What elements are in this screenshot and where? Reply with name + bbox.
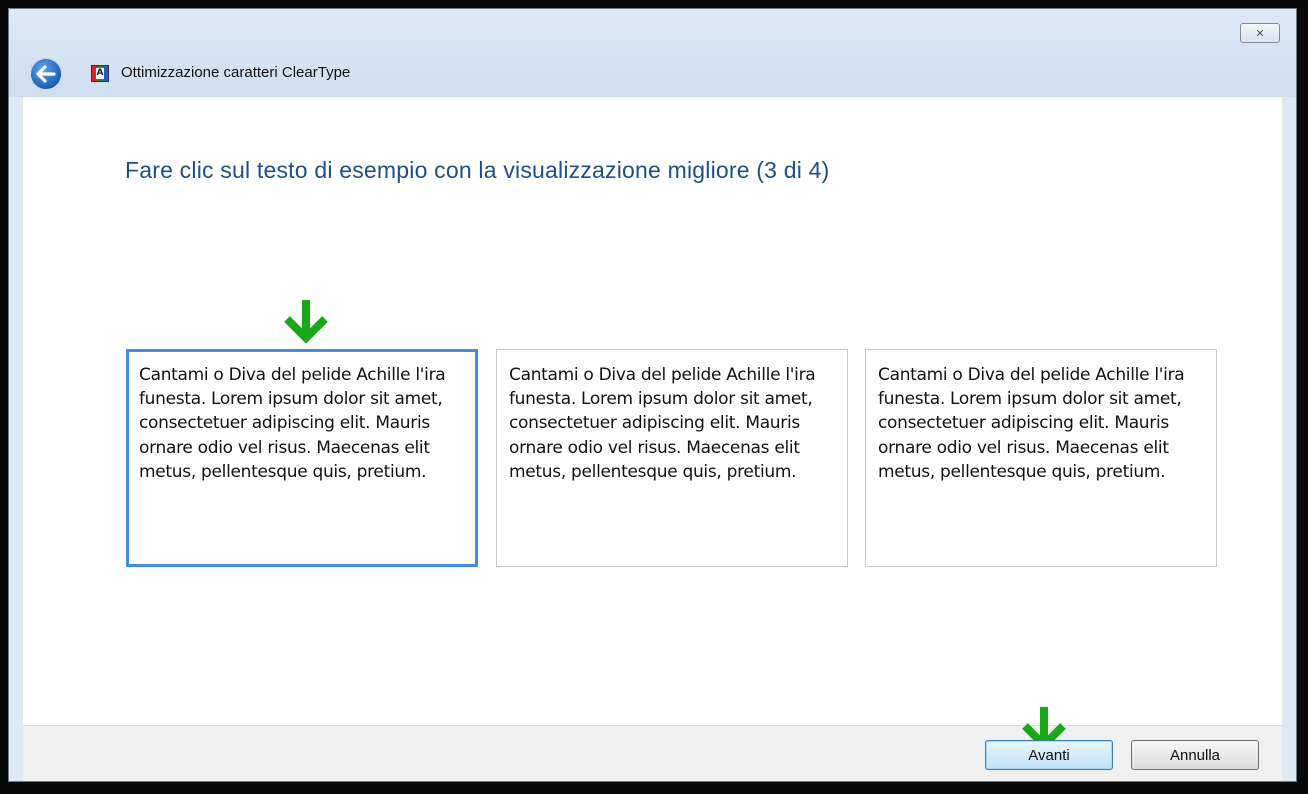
sample-text: Cantami o Diva del pelide Achille l'ira …	[139, 365, 446, 482]
cleartype-icon-letter: A	[95, 68, 105, 79]
sample-text-option-1[interactable]: Cantami o Diva del pelide Achille l'ira …	[126, 349, 478, 567]
down-arrow-icon	[284, 300, 328, 343]
cleartype-icon: A	[91, 65, 109, 82]
title-bar: ✕ A Ottimizzazione caratteri ClearType	[9, 9, 1296, 97]
cancel-button[interactable]: Annulla	[1131, 740, 1259, 770]
wizard-content: Fare clic sul testo di esempio con la vi…	[23, 97, 1282, 725]
close-icon: ✕	[1255, 26, 1265, 40]
sample-text-option-2[interactable]: Cantami o Diva del pelide Achille l'ira …	[496, 349, 848, 567]
back-arrow-icon	[36, 65, 56, 83]
wizard-footer: Avanti Annulla	[23, 707, 1282, 781]
back-button[interactable]	[29, 57, 63, 91]
page-heading: Fare clic sul testo di esempio con la vi…	[125, 157, 830, 183]
next-button[interactable]: Avanti	[985, 740, 1113, 770]
sample-text: Cantami o Diva del pelide Achille l'ira …	[878, 365, 1185, 482]
sample-text-option-3[interactable]: Cantami o Diva del pelide Achille l'ira …	[865, 349, 1217, 567]
cleartype-window: ✕ A Ottimizzazione caratteri ClearType F…	[8, 8, 1297, 782]
close-button[interactable]: ✕	[1240, 23, 1280, 43]
window-title: Ottimizzazione caratteri ClearType	[121, 64, 351, 81]
sample-text: Cantami o Diva del pelide Achille l'ira …	[509, 365, 816, 482]
